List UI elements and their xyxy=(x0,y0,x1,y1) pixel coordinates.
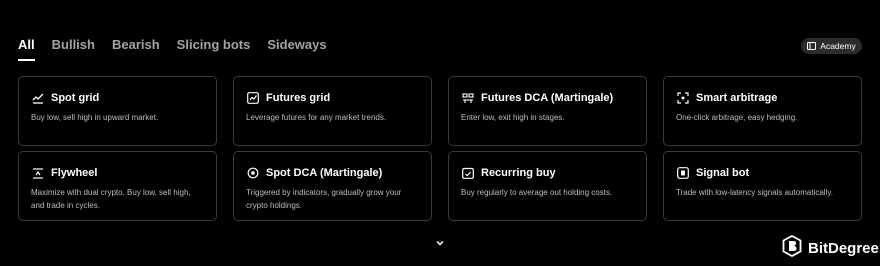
book-icon xyxy=(807,42,817,50)
card-description: One-click arbitrage, easy hedging. xyxy=(676,113,798,122)
tab-bearish[interactable]: Bearish xyxy=(112,37,160,61)
watermark-text: BitDegree xyxy=(808,240,879,257)
card-spot-dca[interactable]: Spot DCA (Martingale) Triggered by indic… xyxy=(233,151,432,221)
card-smart-arbitrage[interactable]: Smart arbitrage One-click arbitrage, eas… xyxy=(663,76,862,146)
bitdegree-watermark: BitDegree xyxy=(782,234,879,262)
chart-line-icon xyxy=(31,91,45,105)
bot-cards-grid: Spot grid Buy low, sell high in upward m… xyxy=(18,76,862,221)
card-title: Futures grid xyxy=(266,92,331,104)
card-description: Trade with low-latency signals automatic… xyxy=(676,188,833,197)
expand-button[interactable] xyxy=(434,235,446,246)
card-futures-dca[interactable]: Futures DCA (Martingale) Enter low, exit… xyxy=(448,76,647,146)
tab-all[interactable]: All xyxy=(18,37,35,61)
card-title: Spot grid xyxy=(51,92,100,104)
card-flywheel[interactable]: Flywheel Maximize with dual crypto. Buy … xyxy=(18,151,217,221)
bitdegree-logo-icon xyxy=(782,234,802,262)
card-title: Spot DCA (Martingale) xyxy=(266,167,383,179)
card-title: Recurring buy xyxy=(481,167,556,179)
category-tabs: All Bullish Bearish Slicing bots Sideway… xyxy=(18,37,327,61)
corners-icon xyxy=(676,91,690,105)
flywheel-icon xyxy=(31,166,45,180)
academy-label: Academy xyxy=(820,41,856,51)
signal-icon xyxy=(676,166,690,180)
card-title: Futures DCA (Martingale) xyxy=(481,92,614,104)
card-title: Smart arbitrage xyxy=(696,92,778,104)
card-title: Signal bot xyxy=(696,167,750,179)
card-description: Enter low, exit high in stages. xyxy=(461,113,565,122)
card-description: Leverage futures for any market trends. xyxy=(246,113,387,122)
card-description: Buy regularly to average out holding cos… xyxy=(461,188,613,197)
calendar-icon xyxy=(461,166,475,180)
card-description: Buy low, sell high in upward market. xyxy=(31,113,159,122)
chevron-down-icon xyxy=(434,235,446,252)
card-futures-grid[interactable]: Futures grid Leverage futures for any ma… xyxy=(233,76,432,146)
chart-box-icon xyxy=(246,91,260,105)
card-description: Maximize with dual crypto. Buy low, sell… xyxy=(31,188,191,210)
stages-icon xyxy=(461,91,475,105)
card-signal-bot[interactable]: Signal bot Trade with low-latency signal… xyxy=(663,151,862,221)
target-icon xyxy=(246,166,260,180)
tab-bullish[interactable]: Bullish xyxy=(52,37,95,61)
academy-button[interactable]: Academy xyxy=(801,38,862,54)
card-description: Triggered by indicators, gradually grow … xyxy=(246,188,402,210)
card-spot-grid[interactable]: Spot grid Buy low, sell high in upward m… xyxy=(18,76,217,146)
tab-sideways[interactable]: Sideways xyxy=(267,37,326,61)
card-recurring-buy[interactable]: Recurring buy Buy regularly to average o… xyxy=(448,151,647,221)
tab-slicing-bots[interactable]: Slicing bots xyxy=(177,37,251,61)
card-title: Flywheel xyxy=(51,167,98,179)
